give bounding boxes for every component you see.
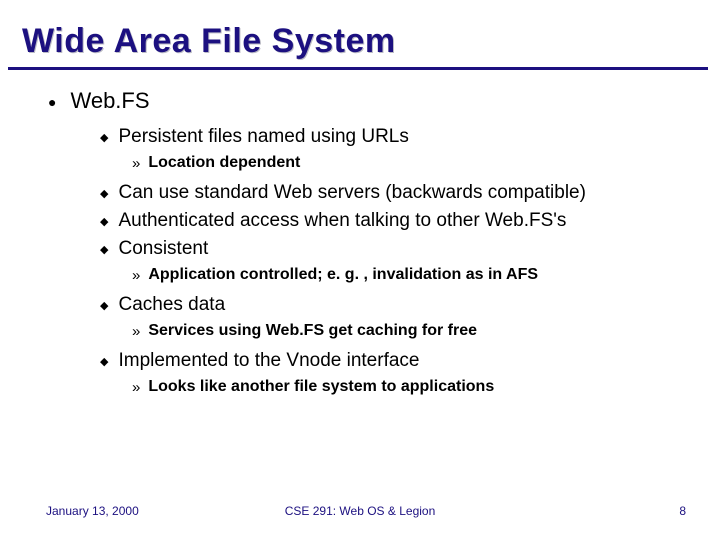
level3-text: Location dependent	[148, 154, 300, 172]
level2-item: ◆ Can use standard Web servers (backward…	[100, 182, 692, 206]
level3-group: » Location dependent	[132, 154, 692, 174]
level2-item: ◆ Authenticated access when talking to o…	[100, 210, 692, 234]
level3-text: Looks like another file system to applic…	[148, 378, 494, 396]
level3-item: » Location dependent	[132, 154, 692, 174]
slide: Wide Area File System ● Web.FS ◆ Persist…	[0, 0, 720, 540]
level1-item: ● Web.FS	[48, 88, 692, 116]
level3-group: » Application controlled; e. g. , invali…	[132, 266, 692, 286]
level2-item: ◆ Implemented to the Vnode interface	[100, 350, 692, 374]
level2-text: Persistent files named using URLs	[118, 126, 408, 148]
slide-footer: January 13, 2000 CSE 291: Web OS & Legio…	[0, 504, 720, 518]
diamond-bullet-icon: ◆	[100, 238, 108, 262]
level2-text: Can use standard Web servers (backwards …	[118, 182, 585, 204]
diamond-bullet-icon: ◆	[100, 294, 108, 318]
arrow-bullet-icon: »	[132, 154, 140, 174]
diamond-bullet-icon: ◆	[100, 210, 108, 234]
level3-text: Application controlled; e. g. , invalida…	[148, 266, 538, 284]
diamond-bullet-icon: ◆	[100, 126, 108, 150]
level2-text: Caches data	[118, 294, 225, 316]
level3-text: Services using Web.FS get caching for fr…	[148, 322, 477, 340]
level3-item: » Services using Web.FS get caching for …	[132, 322, 692, 342]
slide-body: ● Web.FS ◆ Persistent files named using …	[0, 70, 720, 398]
level3-group: » Services using Web.FS get caching for …	[132, 322, 692, 342]
level3-item: » Application controlled; e. g. , invali…	[132, 266, 692, 286]
footer-page: 8	[679, 504, 686, 518]
level2-item: ◆ Consistent	[100, 238, 692, 262]
footer-date: January 13, 2000	[46, 504, 139, 518]
level2-text: Authenticated access when talking to oth…	[118, 210, 566, 232]
level3-group: » Looks like another file system to appl…	[132, 378, 692, 398]
diamond-bullet-icon: ◆	[100, 350, 108, 374]
level2-item: ◆ Caches data	[100, 294, 692, 318]
level1-text: Web.FS	[70, 88, 149, 114]
arrow-bullet-icon: »	[132, 322, 140, 342]
arrow-bullet-icon: »	[132, 378, 140, 398]
level2-group: ◆ Persistent files named using URLs » Lo…	[100, 126, 692, 398]
diamond-bullet-icon: ◆	[100, 182, 108, 206]
level2-item: ◆ Persistent files named using URLs	[100, 126, 692, 150]
level3-item: » Looks like another file system to appl…	[132, 378, 692, 398]
circle-bullet-icon: ●	[48, 88, 56, 116]
level2-text: Implemented to the Vnode interface	[118, 350, 419, 372]
slide-title: Wide Area File System	[0, 0, 720, 67]
arrow-bullet-icon: »	[132, 266, 140, 286]
level2-text: Consistent	[118, 238, 208, 260]
